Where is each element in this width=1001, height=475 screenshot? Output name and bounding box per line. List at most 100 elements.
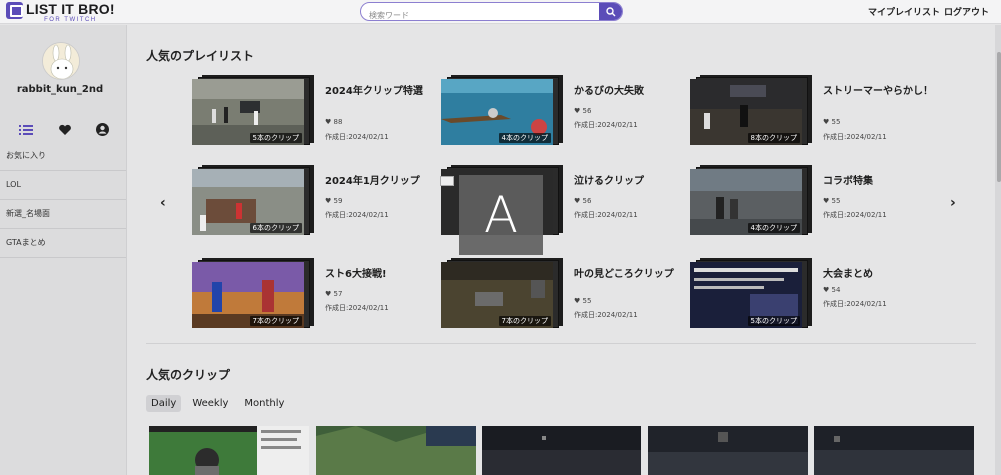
- overlay-letter: A: [483, 186, 519, 244]
- carousel-next-button[interactable]: ›: [950, 195, 956, 211]
- playlist-card[interactable]: 4本のクリップ かるびの大失敗 ♥ 56 作成日:2024/02/11: [441, 75, 684, 159]
- key-overlay: A: [459, 175, 543, 255]
- heart-icon: ♥: [574, 297, 581, 305]
- playlist-card[interactable]: 5本のクリップ 2024年クリップ特選 ♥ 88 作成日:2024/02/11: [192, 75, 435, 159]
- playlist-title[interactable]: かるびの大失敗: [574, 86, 684, 98]
- carousel-prev-button[interactable]: ‹: [160, 195, 166, 211]
- likes-count: 59: [333, 197, 343, 205]
- clip-count-badge: 8本のクリップ: [747, 133, 800, 143]
- created-date: 作成日:2024/02/11: [823, 133, 887, 141]
- playlist-thumbnail: 6本のクリップ: [192, 169, 304, 235]
- sidebar-item-label: LOL: [6, 180, 21, 189]
- likes: ♥ 56: [574, 197, 591, 205]
- playlist-title[interactable]: ストリーマーやらかし！: [823, 86, 933, 98]
- heart-icon: ♥: [325, 290, 332, 298]
- clip-count-badge: 5本のクリップ: [747, 316, 800, 326]
- likes: ♥ 55: [823, 118, 840, 126]
- avatar[interactable]: [42, 42, 80, 80]
- my-playlist-link[interactable]: マイプレイリスト: [868, 5, 940, 18]
- clip-count-badge: 5本のクリップ: [249, 133, 302, 143]
- rabbit-avatar-image: [43, 43, 79, 79]
- created-date: 作成日:2024/02/11: [325, 304, 389, 312]
- playlist-thumbnail: 4本のクリップ: [690, 169, 802, 235]
- likes-count: 54: [831, 286, 841, 294]
- clip-thumbnail[interactable]: [482, 426, 641, 475]
- playlist-card[interactable]: 4本のクリップ コラボ特集 ♥ 55 作成日:2024/02/11: [690, 165, 933, 249]
- search-bar: [360, 2, 623, 21]
- search-button[interactable]: [599, 3, 622, 20]
- likes: ♥ 55: [823, 197, 840, 205]
- clip-count-badge: 4本のクリップ: [747, 223, 800, 233]
- sidebar-item-gta[interactable]: GTAまとめ: [0, 229, 126, 258]
- likes-count: 55: [831, 197, 841, 205]
- logout-link[interactable]: ログアウト: [944, 5, 989, 18]
- scrollbar[interactable]: [995, 25, 1001, 475]
- playlist-card[interactable]: 7本のクリップ 叶の見どころクリップ ♥ 55 作成日:2024/02/11: [441, 258, 684, 342]
- tab-monthly[interactable]: Monthly: [239, 395, 289, 412]
- created-date: 作成日:2024/02/11: [574, 311, 638, 319]
- logo-title: LIST IT BRO!: [26, 1, 115, 17]
- logo-subtitle: FOR TWITCH: [44, 17, 97, 23]
- sidebar-item-lol[interactable]: LOL: [0, 171, 126, 200]
- playlist-thumbnail: 7本のクリップ: [192, 262, 304, 328]
- sidebar-item-label: 新選_名場面: [6, 209, 50, 218]
- clip-thumbnail[interactable]: [149, 426, 309, 475]
- heart-icon: ♥: [823, 197, 830, 205]
- sidebar: rabbit_kun_2nd お気に入り LOL 新選_名場面 GTAまとめ: [0, 25, 127, 475]
- logo[interactable]: LIST IT BRO! FOR TWITCH: [6, 2, 115, 23]
- likes-count: 55: [831, 118, 841, 126]
- likes: ♥ 56: [574, 107, 591, 115]
- playlist-title[interactable]: 大会まとめ: [823, 269, 933, 281]
- broken-image-icon: [440, 176, 454, 186]
- heart-icon: ♥: [325, 197, 332, 205]
- tab-daily[interactable]: Daily: [146, 395, 182, 412]
- likes-count: 55: [582, 297, 592, 305]
- heart-icon: ♥: [823, 286, 830, 294]
- playlist-thumbnail: 5本のクリップ: [690, 262, 802, 328]
- playlist-title[interactable]: 叶の見どころクリップ: [574, 269, 684, 281]
- heart-icon[interactable]: [58, 124, 72, 136]
- playlist-thumbnail: 5本のクリップ: [192, 79, 304, 145]
- heart-icon: ♥: [574, 107, 581, 115]
- playlist-title[interactable]: スト6大接戦!: [325, 269, 435, 281]
- playlist-card[interactable]: 8本のクリップ ストリーマーやらかし！ ♥ 55 作成日:2024/02/11: [690, 75, 933, 159]
- playlist-card[interactable]: 5本のクリップ 大会まとめ ♥ 54 作成日:2024/02/11: [690, 258, 933, 342]
- playlist-title[interactable]: 2024年クリップ特選: [325, 86, 435, 98]
- tab-weekly[interactable]: Weekly: [187, 395, 233, 412]
- heart-icon: ♥: [325, 118, 332, 126]
- playlist-card[interactable]: 7本のクリップ スト6大接戦! ♥ 57 作成日:2024/02/11: [192, 258, 435, 342]
- playlist-title[interactable]: 2024年1月クリップ: [325, 176, 435, 188]
- playlist-thumbnail: 7本のクリップ: [441, 262, 553, 328]
- search-icon: [605, 6, 615, 16]
- sidebar-item-favorites[interactable]: お気に入り: [0, 142, 126, 171]
- created-date: 作成日:2024/02/11: [325, 133, 389, 141]
- sidebar-item-highlights[interactable]: 新選_名場面: [0, 200, 126, 229]
- created-date: 作成日:2024/02/11: [574, 211, 638, 219]
- search-input[interactable]: [361, 7, 597, 20]
- clip-thumbnail[interactable]: [316, 426, 476, 475]
- clip-thumbnail[interactable]: [648, 426, 808, 475]
- section-divider: [146, 343, 976, 344]
- likes-count: 56: [582, 107, 592, 115]
- playlist-card[interactable]: 6本のクリップ 2024年1月クリップ ♥ 59 作成日:2024/02/11: [192, 165, 435, 249]
- scrollbar-thumb[interactable]: [997, 52, 1001, 182]
- logo-tv-icon: [6, 2, 23, 19]
- username: rabbit_kun_2nd: [16, 84, 104, 95]
- top-header: LIST IT BRO! FOR TWITCH マイプレイリスト ログアウト: [0, 0, 1001, 24]
- clip-thumbnail[interactable]: [814, 426, 974, 475]
- heart-icon: ♥: [823, 118, 830, 126]
- likes-count: 57: [333, 290, 343, 298]
- user-circle-icon[interactable]: [96, 123, 109, 136]
- list-icon[interactable]: [19, 124, 33, 136]
- created-date: 作成日:2024/02/11: [823, 300, 887, 308]
- playlist-thumbnail: 4本のクリップ: [441, 79, 553, 145]
- playlist-thumbnail: 8本のクリップ: [690, 79, 802, 145]
- likes-count: 88: [333, 118, 343, 126]
- likes: ♥ 57: [325, 290, 342, 298]
- playlist-title[interactable]: コラボ特集: [823, 176, 933, 188]
- playlist-title[interactable]: 泣けるクリップ: [574, 176, 684, 188]
- created-date: 作成日:2024/02/11: [574, 121, 638, 129]
- clip-count-badge: 7本のクリップ: [498, 316, 551, 326]
- clip-count-badge: 7本のクリップ: [249, 316, 302, 326]
- sidebar-item-label: お気に入り: [6, 151, 46, 160]
